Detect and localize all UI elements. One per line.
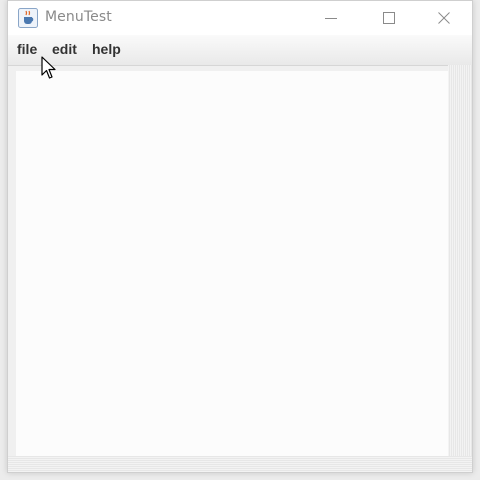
content-panel[interactable] — [16, 71, 448, 456]
mouse-pointer-icon — [41, 56, 57, 80]
menu-bar: file edit help — [8, 35, 472, 66]
window-right-edge — [448, 65, 472, 460]
menu-file[interactable]: file — [16, 41, 38, 57]
minimize-button[interactable] — [308, 1, 354, 35]
close-icon — [438, 12, 450, 24]
maximize-icon — [383, 12, 395, 24]
window-title: MenuTest — [45, 9, 112, 25]
maximize-button[interactable] — [366, 1, 412, 35]
app-window: MenuTest file edit help — [7, 0, 473, 473]
menu-help[interactable]: help — [91, 41, 122, 57]
title-bar[interactable]: MenuTest — [8, 1, 472, 35]
close-button[interactable] — [421, 1, 467, 35]
menu-edit[interactable]: edit — [51, 41, 78, 57]
window-bottom-edge — [8, 456, 472, 472]
java-coffee-icon[interactable] — [18, 8, 38, 28]
minimize-icon — [325, 18, 337, 19]
